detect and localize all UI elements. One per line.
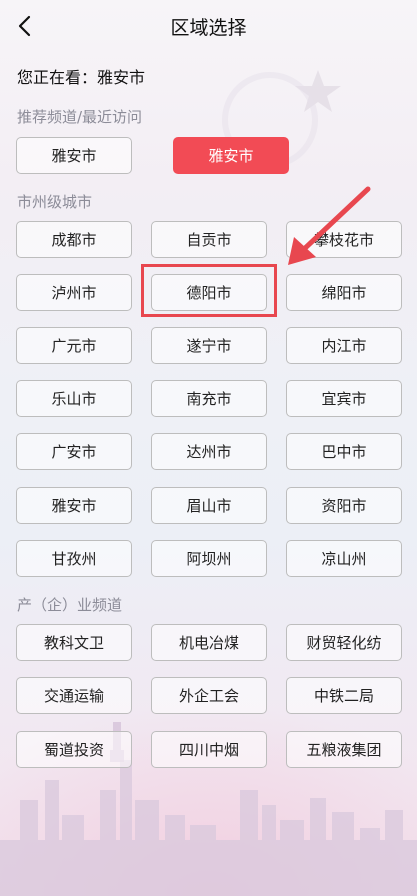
recommended-section-title: 推荐频道/最近访问 (17, 108, 143, 126)
header: 区域选择 (0, 0, 417, 52)
city-button[interactable]: 眉山市 (151, 487, 267, 524)
city-button-deyang[interactable]: 德阳市 (151, 274, 267, 311)
recommended-city-button[interactable]: 雅安市 (16, 137, 132, 174)
industry-button[interactable]: 财贸轻化纺 (286, 624, 402, 661)
city-button[interactable]: 广安市 (16, 433, 132, 470)
city-button[interactable]: 阿坝州 (151, 540, 267, 577)
city-button[interactable]: 巴中市 (286, 433, 402, 470)
city-button[interactable]: 甘孜州 (16, 540, 132, 577)
industry-button[interactable]: 交通运输 (16, 677, 132, 714)
cities-section-title: 市州级城市 (17, 193, 93, 211)
back-arrow-icon[interactable] (12, 12, 40, 40)
industry-button[interactable]: 机电冶煤 (151, 624, 267, 661)
city-button[interactable]: 泸州市 (16, 274, 132, 311)
city-button[interactable]: 资阳市 (286, 487, 402, 524)
industry-button[interactable]: 五粮液集团 (286, 731, 402, 768)
industry-button[interactable]: 外企工会 (151, 677, 267, 714)
city-button[interactable]: 达州市 (151, 433, 267, 470)
city-button[interactable]: 绵阳市 (286, 274, 402, 311)
city-button[interactable]: 内江市 (286, 327, 402, 364)
city-button[interactable]: 雅安市 (16, 487, 132, 524)
city-button[interactable]: 广元市 (16, 327, 132, 364)
industry-button[interactable]: 中铁二局 (286, 677, 402, 714)
industry-section-title: 产（企）业频道 (17, 596, 123, 614)
current-location: 您正在看： 雅安市 (17, 64, 145, 88)
city-button[interactable]: 自贡市 (151, 221, 267, 258)
city-button[interactable]: 乐山市 (16, 380, 132, 417)
current-location-prefix: 您正在看： (17, 68, 98, 87)
page-title: 区域选择 (170, 16, 247, 39)
industry-button[interactable]: 蜀道投资 (16, 731, 132, 768)
city-button[interactable]: 宜宾市 (286, 380, 402, 417)
city-button[interactable]: 成都市 (16, 221, 132, 258)
industry-button[interactable]: 教科文卫 (16, 624, 132, 661)
city-button[interactable]: 攀枝花市 (286, 221, 402, 258)
city-button[interactable]: 凉山州 (286, 540, 402, 577)
city-button[interactable]: 遂宁市 (151, 327, 267, 364)
recommended-city-button-selected[interactable]: 雅安市 (173, 137, 289, 174)
current-location-city: 雅安市 (97, 68, 146, 87)
city-button[interactable]: 南充市 (151, 380, 267, 417)
industry-button[interactable]: 四川中烟 (151, 731, 267, 768)
